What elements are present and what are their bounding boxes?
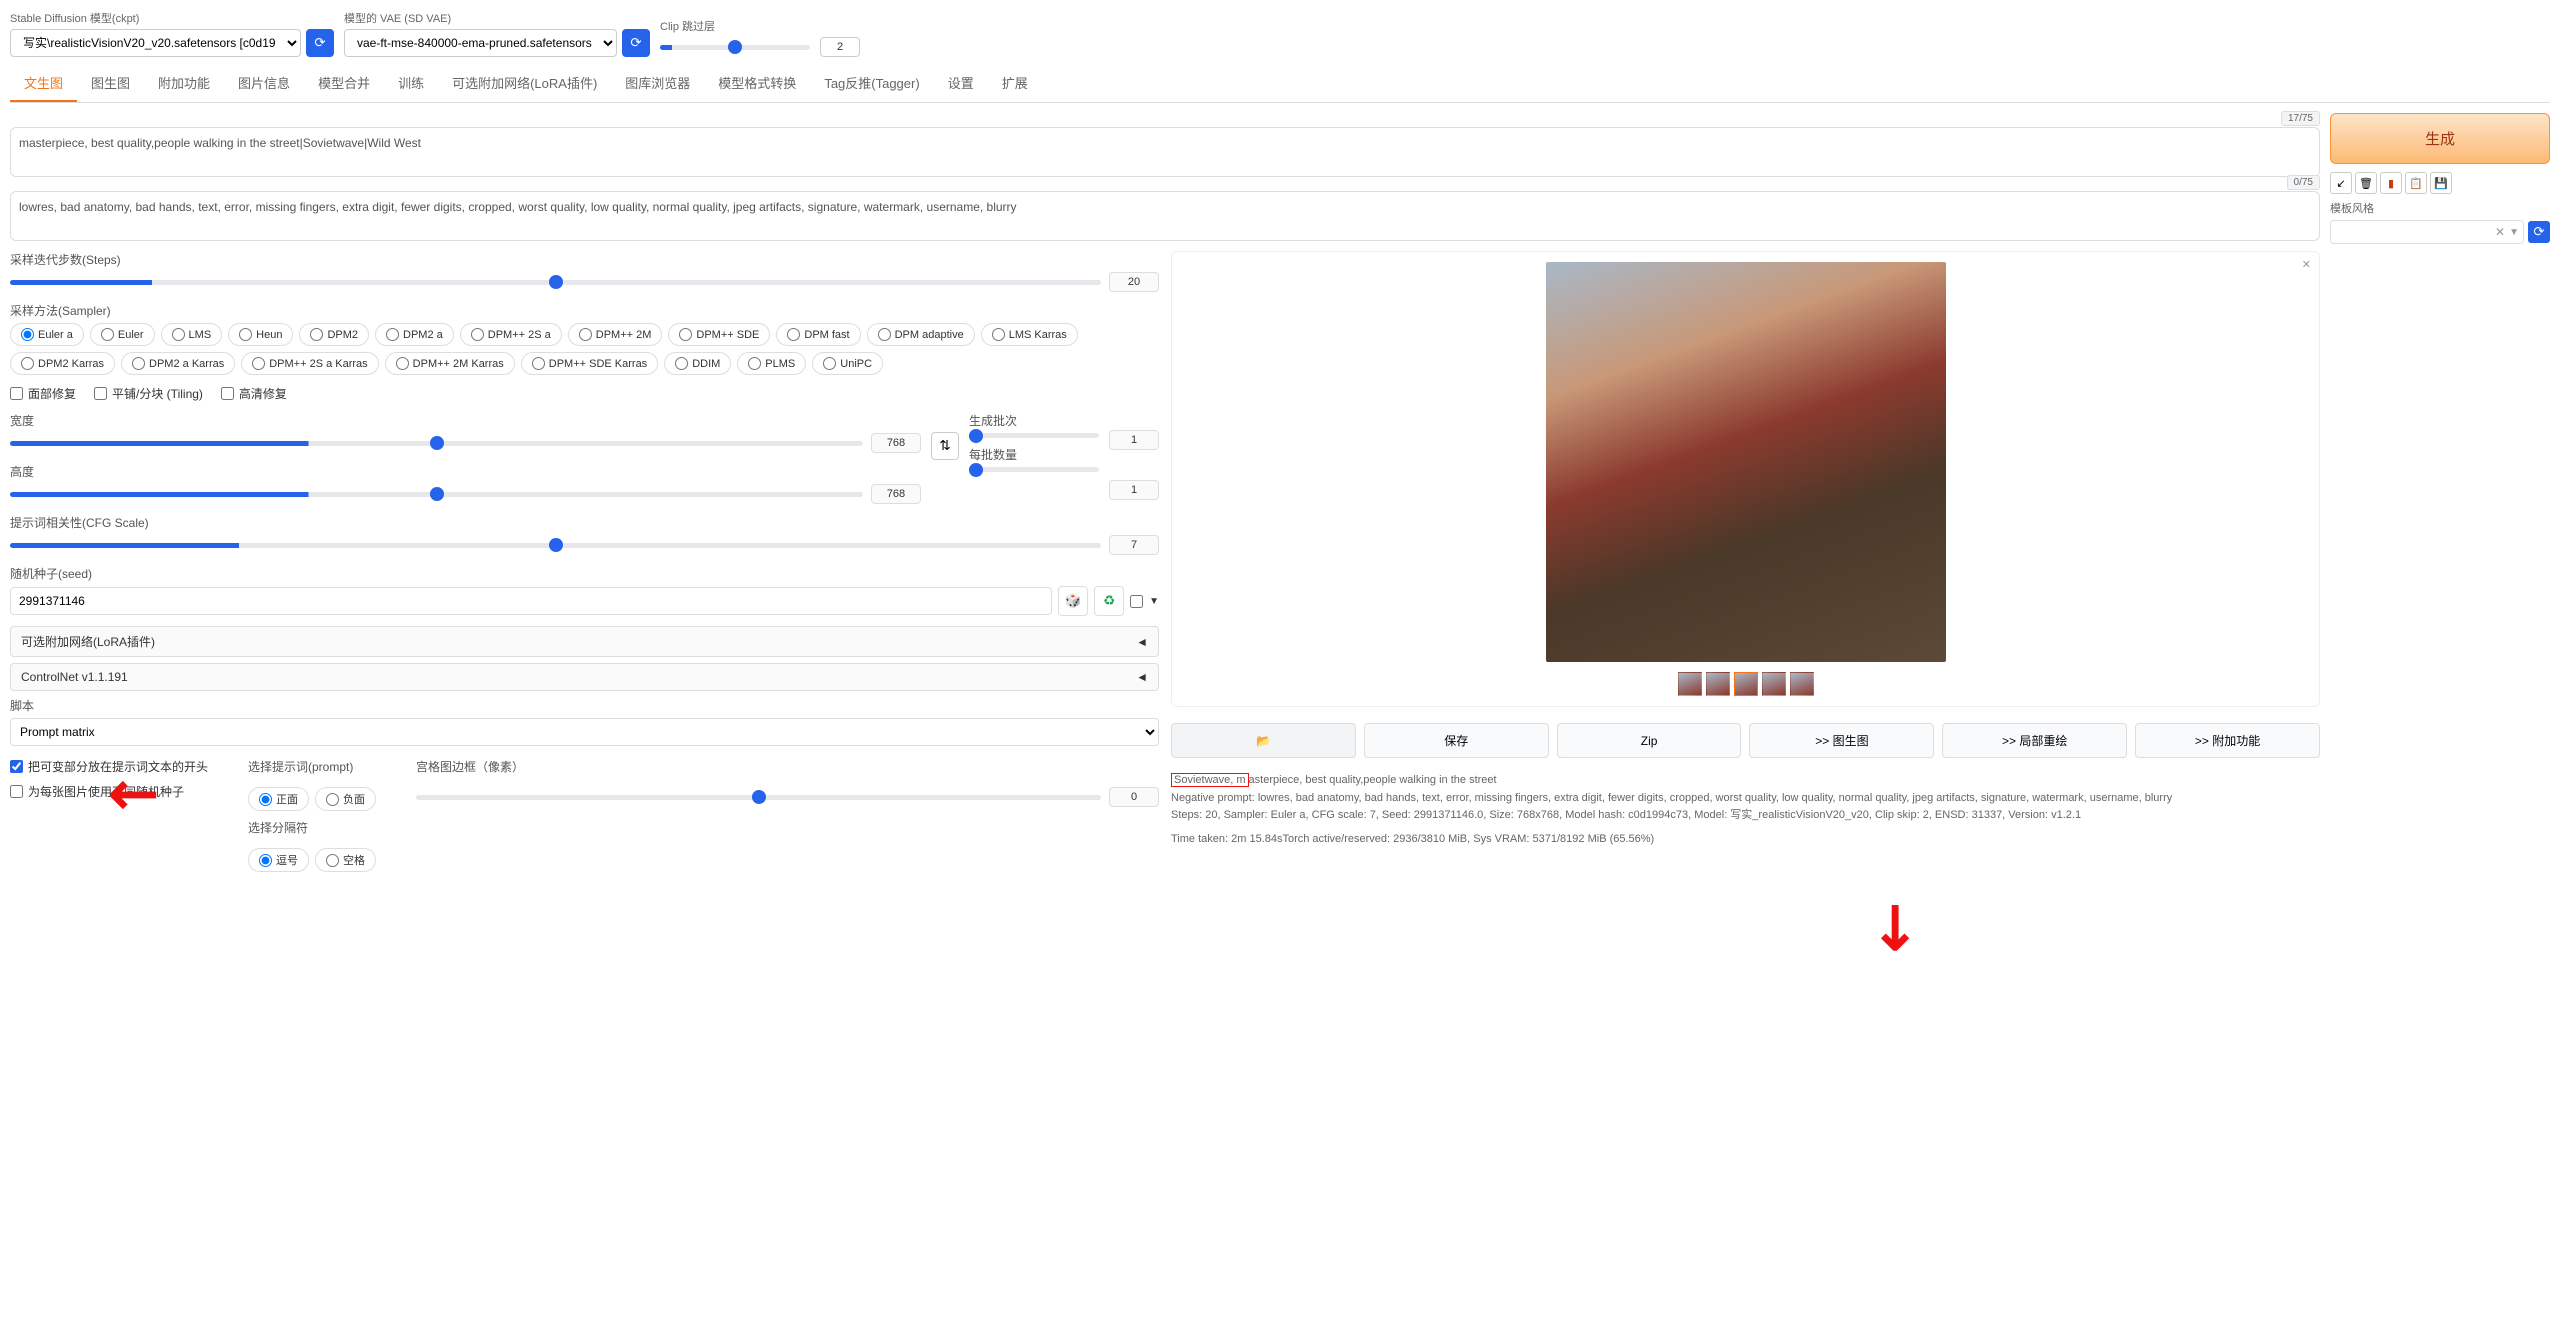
sampler-lms-karras[interactable]: LMS Karras — [981, 323, 1078, 346]
thumb-3[interactable] — [1762, 672, 1786, 696]
script-select[interactable]: Prompt matrix — [10, 718, 1159, 746]
style-refresh[interactable]: ⟳ — [2528, 221, 2550, 243]
thumb-0[interactable] — [1678, 672, 1702, 696]
sampler-lms[interactable]: LMS — [161, 323, 223, 346]
width-slider[interactable] — [10, 441, 863, 446]
tab-5[interactable]: 训练 — [384, 65, 438, 102]
save-icon[interactable]: 💾 — [2430, 172, 2452, 194]
sampler-euler[interactable]: Euler — [90, 323, 155, 346]
tab-2[interactable]: 附加功能 — [144, 65, 224, 102]
close-output[interactable]: ✕ — [2302, 258, 2311, 271]
bookmark-icon[interactable]: ▮ — [2380, 172, 2402, 194]
sampler-euler-a[interactable]: Euler a — [10, 323, 84, 346]
clip-slider[interactable] — [660, 45, 810, 50]
sampler-dpm2-a[interactable]: DPM2 a — [375, 323, 454, 346]
batchcount-slider[interactable] — [969, 433, 1099, 438]
to-extras[interactable]: >> 附加功能 — [2135, 723, 2320, 758]
open-folder[interactable]: 📂 — [1171, 723, 1356, 758]
sampler-dpm2[interactable]: DPM2 — [299, 323, 369, 346]
thumb-1[interactable] — [1706, 672, 1730, 696]
tab-11[interactable]: 扩展 — [988, 65, 1042, 102]
sampler-dpm---2m[interactable]: DPM++ 2M — [568, 323, 663, 346]
seed-extra[interactable] — [1130, 595, 1143, 608]
trash-icon[interactable]: 🗑 — [2355, 172, 2377, 194]
tab-9[interactable]: Tag反推(Tagger) — [810, 65, 933, 102]
tab-3[interactable]: 图片信息 — [224, 65, 304, 102]
controlnet-accordion[interactable]: ControlNet v1.1.191◄ — [10, 663, 1159, 691]
main-tabs: 文生图图生图附加功能图片信息模型合并训练可选附加网络(LoRA插件)图库浏览器模… — [10, 65, 2550, 103]
info-time: Time taken: 2m 15.84sTorch active/reserv… — [1171, 831, 2320, 849]
sampler-dpm-adaptive[interactable]: DPM adaptive — [867, 323, 975, 346]
zip-btn[interactable]: Zip — [1557, 723, 1742, 758]
arrow-icon[interactable]: ↙ — [2330, 172, 2352, 194]
put-start-check[interactable] — [10, 760, 23, 773]
face-restore-check[interactable] — [10, 387, 23, 400]
thumb-4[interactable] — [1790, 672, 1814, 696]
tab-6[interactable]: 可选附加网络(LoRA插件) — [438, 65, 611, 102]
model-select[interactable]: 写实\realisticVisionV20_v20.safetensors [c… — [10, 29, 301, 57]
vae-select[interactable]: vae-ft-mse-840000-ema-pruned.safetensors — [344, 29, 617, 57]
batchsize-slider[interactable] — [969, 467, 1099, 472]
sampler-dpm-fast[interactable]: DPM fast — [776, 323, 860, 346]
to-img2img[interactable]: >> 图生图 — [1749, 723, 1934, 758]
generate-button[interactable]: 生成 — [2330, 113, 2550, 164]
neg-token-count: 0/75 — [2287, 175, 2320, 190]
output-image[interactable] — [1546, 262, 1946, 662]
sampler-plms[interactable]: PLMS — [737, 352, 806, 375]
steps-value[interactable]: 20 — [1109, 272, 1159, 292]
seed-recycle[interactable]: ♻ — [1094, 586, 1124, 616]
sampler-dpm---2m-karras[interactable]: DPM++ 2M Karras — [385, 352, 515, 375]
info-params: Steps: 20, Sampler: Euler a, CFG scale: … — [1171, 807, 2320, 825]
tab-4[interactable]: 模型合并 — [304, 65, 384, 102]
style-label: 模板风格 — [2330, 200, 2550, 216]
diff-seed-check[interactable] — [10, 785, 23, 798]
style-clear[interactable]: ✕ — [2495, 225, 2505, 239]
clip-value[interactable]: 2 — [820, 37, 860, 57]
info-neg: Negative prompt: lowres, bad anatomy, ba… — [1171, 790, 2320, 808]
swap-dims[interactable]: ⇅ — [931, 432, 959, 460]
clip-label: Clip 跳过层 — [660, 18, 860, 34]
tab-1[interactable]: 图生图 — [77, 65, 144, 102]
height-slider[interactable] — [10, 492, 863, 497]
vae-refresh[interactable]: ⟳ — [622, 29, 650, 57]
highlight-keyword: Sovietwave, m — [1171, 773, 1249, 787]
margin-slider[interactable] — [416, 795, 1101, 800]
style-chevron[interactable]: ▼ — [2509, 227, 2519, 238]
positive-prompt[interactable]: masterpiece, best quality,people walking… — [10, 127, 2320, 177]
sampler-dpm2-karras[interactable]: DPM2 Karras — [10, 352, 115, 375]
model-refresh[interactable]: ⟳ — [306, 29, 334, 57]
clipboard-icon[interactable]: 📋 — [2405, 172, 2427, 194]
tiling-check[interactable] — [94, 387, 107, 400]
to-inpaint[interactable]: >> 局部重绘 — [1942, 723, 2127, 758]
steps-slider[interactable] — [10, 280, 1101, 285]
vae-label: 模型的 VAE (SD VAE) — [344, 10, 650, 26]
thumb-2[interactable] — [1734, 672, 1758, 696]
cfg-slider[interactable] — [10, 543, 1101, 548]
tab-8[interactable]: 模型格式转换 — [704, 65, 810, 102]
tab-0[interactable]: 文生图 — [10, 65, 77, 102]
tab-7[interactable]: 图库浏览器 — [611, 65, 704, 102]
hires-check[interactable] — [221, 387, 234, 400]
sampler-unipc[interactable]: UniPC — [812, 352, 883, 375]
sampler-heun[interactable]: Heun — [228, 323, 293, 346]
negative-prompt[interactable]: lowres, bad anatomy, bad hands, text, er… — [10, 191, 2320, 241]
steps-label: 采样迭代步数(Steps) — [10, 251, 1159, 268]
seed-input[interactable] — [10, 587, 1052, 615]
sampler-dpm2-a-karras[interactable]: DPM2 a Karras — [121, 352, 235, 375]
tab-10[interactable]: 设置 — [934, 65, 988, 102]
sampler-dpm---2s-a[interactable]: DPM++ 2S a — [460, 323, 562, 346]
sampler-ddim[interactable]: DDIM — [664, 352, 731, 375]
model-label: Stable Diffusion 模型(ckpt) — [10, 10, 334, 26]
pos-token-count: 17/75 — [2281, 111, 2320, 126]
sampler-dpm---sde[interactable]: DPM++ SDE — [668, 323, 770, 346]
sampler-dpm---sde-karras[interactable]: DPM++ SDE Karras — [521, 352, 658, 375]
save-btn[interactable]: 保存 — [1364, 723, 1549, 758]
sampler-dpm---2s-a-karras[interactable]: DPM++ 2S a Karras — [241, 352, 378, 375]
sampler-label: 采样方法(Sampler) — [10, 302, 1159, 319]
seed-dice[interactable]: 🎲 — [1058, 586, 1088, 616]
annotation-arrow-2: ↘ — [1854, 883, 1939, 968]
lora-accordion[interactable]: 可选附加网络(LoRA插件)◄ — [10, 626, 1159, 657]
